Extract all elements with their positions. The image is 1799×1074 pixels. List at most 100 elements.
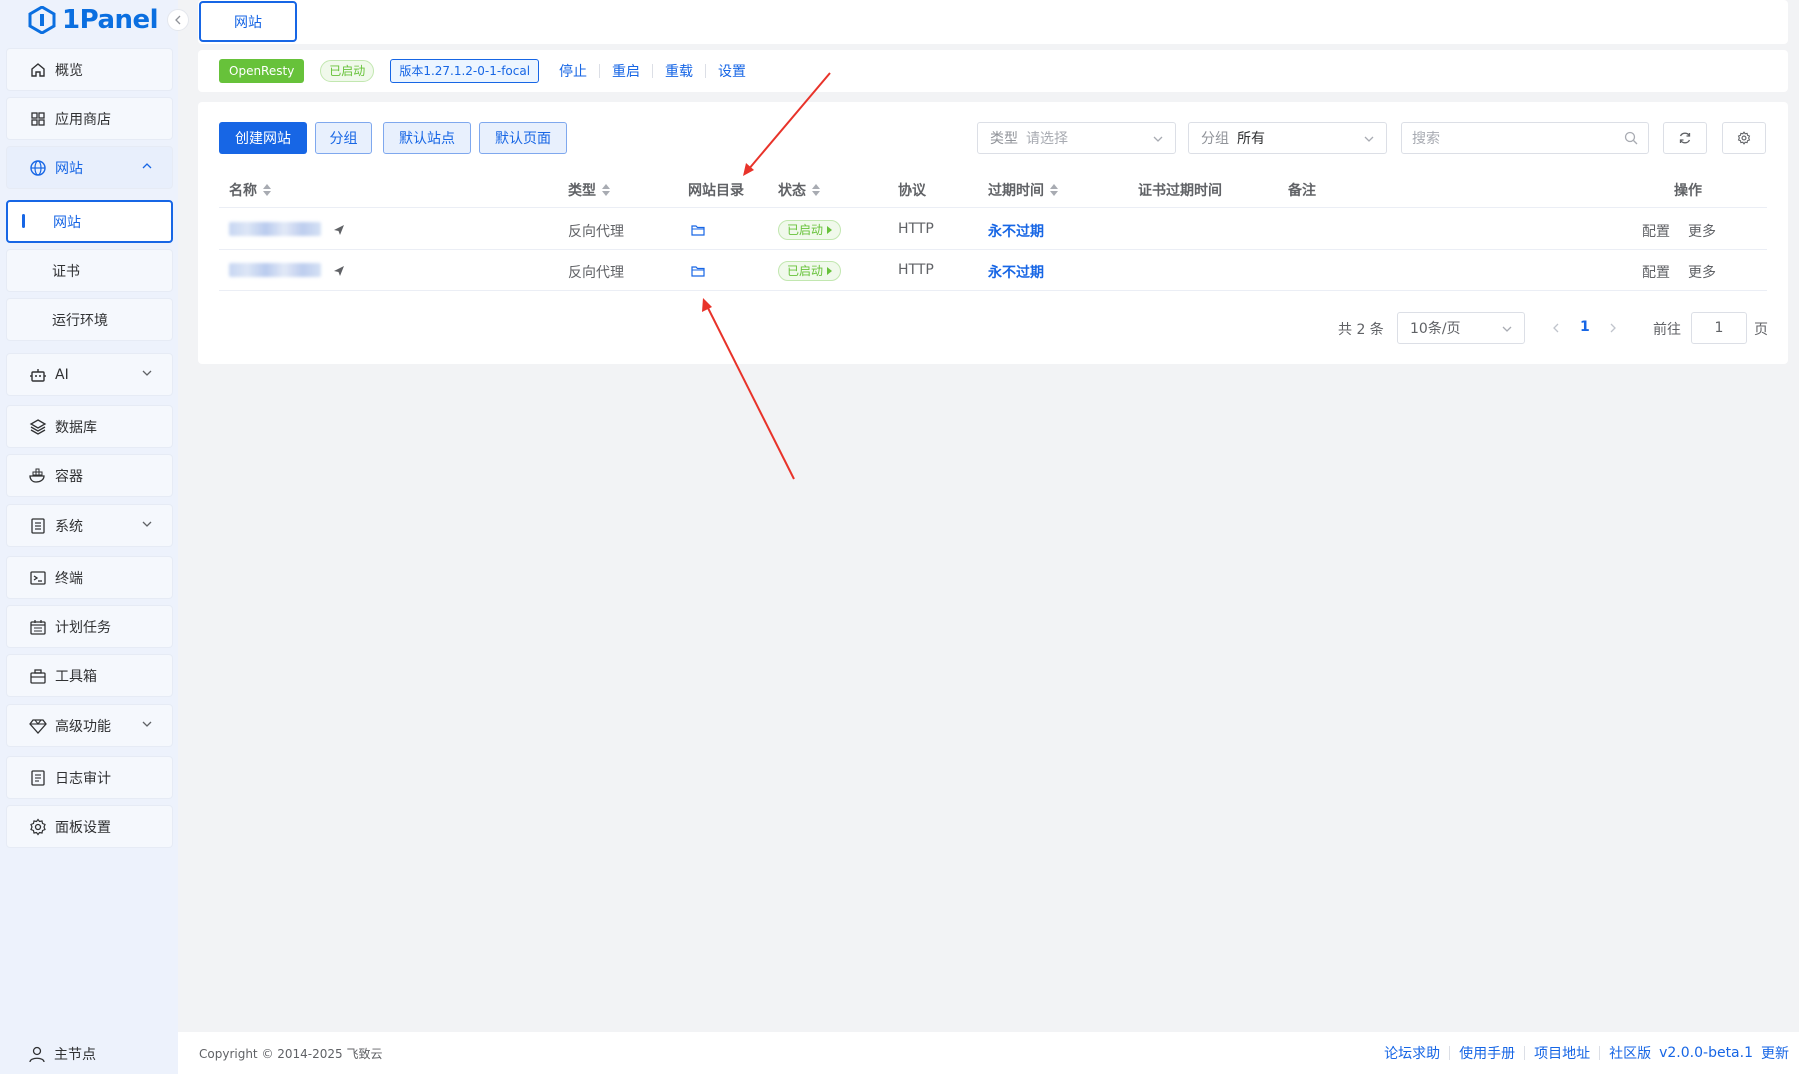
divider [652,64,654,78]
sidebar-item-label: 容器 [55,468,83,485]
sidebar-item-container[interactable]: 容器 [6,454,173,497]
version-text: v2.0.0-beta.1 [1659,1045,1753,1061]
type-filter-value: 请选择 [1026,131,1068,147]
configure-link[interactable]: 配置 [1642,262,1670,282]
sidebar-item-label: 面板设置 [55,819,111,836]
page-number-current[interactable]: 1 [1580,319,1590,335]
settings-button[interactable]: 设置 [718,61,746,81]
project-link[interactable]: 项目地址 [1534,1043,1590,1063]
website-list-card: 创建网站 分组 默认站点 默认页面 类型 请选择 分组 所有 搜索 名称 类型 … [198,102,1788,364]
sidebar-item-database[interactable]: 数据库 [6,405,173,448]
type-filter-prefix: 类型 [990,131,1018,147]
sidebar-sub-item-label: 证书 [52,263,80,280]
toolbox-icon [29,667,47,685]
more-link[interactable]: 更多 [1688,262,1716,282]
folder-icon[interactable] [691,265,705,277]
edition-link[interactable]: 社区版 [1609,1043,1651,1063]
next-page-button[interactable] [1608,323,1618,333]
default-page-button[interactable]: 默认页面 [479,122,567,154]
sidebar-item-app-store[interactable]: 应用商店 [6,97,173,140]
stop-button[interactable]: 停止 [559,61,587,81]
column-label: 备注 [1288,183,1316,199]
folder-icon[interactable] [691,224,705,236]
status-actions: 停止 重启 重载 设置 [559,61,746,81]
tab-bar: 网站 [198,0,1788,44]
column-header-expire[interactable]: 过期时间 [988,180,1058,200]
pagination-total: 共 2 条 [1338,322,1384,338]
goto-page-input[interactable]: 1 [1691,312,1747,344]
chevron-up-icon [142,163,152,169]
sidebar-item-ai[interactable]: AI [6,353,173,396]
configure-link[interactable]: 配置 [1642,221,1670,241]
sort-icon [812,184,820,196]
sidebar-item-cron[interactable]: 计划任务 [6,605,173,648]
chevron-down-icon [1364,136,1374,142]
column-header-status[interactable]: 状态 [778,180,820,200]
brand-name: 1Panel [62,5,159,35]
default-site-button[interactable]: 默认站点 [383,122,471,154]
more-link[interactable]: 更多 [1688,221,1716,241]
sidebar-item-log-audit[interactable]: 日志审计 [6,756,173,799]
play-icon [827,226,833,234]
divider [1599,1046,1601,1060]
sidebar-sub-item-label: 网站 [53,214,81,231]
sidebar-item-overview[interactable]: 概览 [6,48,173,91]
terminal-icon [29,569,47,587]
version-tag: 版本1.27.1.2-0-1-focal [390,59,540,83]
status-badge[interactable]: 已启动 [778,261,842,281]
divider [599,64,601,78]
column-header-type[interactable]: 类型 [568,180,610,200]
type-filter-select[interactable]: 类型 请选择 [977,122,1176,154]
refresh-button[interactable] [1663,122,1707,154]
sidebar-item-system[interactable]: 系统 [6,504,173,547]
website-name-redacted[interactable] [229,222,321,236]
row-protocol: HTTP [898,262,934,278]
search-input[interactable]: 搜索 [1401,122,1649,154]
tab-website[interactable]: 网站 [199,1,297,42]
website-name-redacted[interactable] [229,263,321,277]
table-header: 名称 类型 网站目录 状态 协议 过期时间 证书过期时间 备注 操作 [219,168,1767,208]
row-expire[interactable]: 永不过期 [988,262,1044,282]
page-size-select[interactable]: 10条/页 [1397,312,1525,344]
node-label: 主节点 [54,1047,96,1063]
sidebar-sub-item-certificate[interactable]: 证书 [6,249,173,292]
prev-page-button[interactable] [1551,323,1561,333]
row-type: 反向代理 [568,265,624,281]
sidebar-item-terminal[interactable]: 终端 [6,556,173,599]
calendar-icon [29,618,47,636]
sidebar-sub-item-website[interactable]: 网站 [6,200,173,243]
goto-label: 前往 [1653,322,1681,338]
docker-icon [29,467,47,485]
restart-button[interactable]: 重启 [612,61,640,81]
node-switcher[interactable]: 主节点 [28,1044,96,1064]
sidebar-item-advanced[interactable]: 高级功能 [6,704,173,747]
column-label: 名称 [229,183,257,199]
grid-icon [29,110,47,128]
layers-icon [29,418,47,436]
table-row: 反向代理 已启动 HTTP 永不过期 配置 更多 [219,209,1767,250]
sidebar-item-label: 数据库 [55,419,97,436]
create-website-button[interactable]: 创建网站 [219,122,307,154]
status-badge[interactable]: 已启动 [778,220,842,240]
column-label: 证书过期时间 [1138,183,1222,199]
status-badge: 已启动 [320,60,375,82]
manual-link[interactable]: 使用手册 [1459,1043,1515,1063]
sidebar-item-label: 计划任务 [55,619,111,636]
row-expire[interactable]: 永不过期 [988,221,1044,241]
update-link[interactable]: 更新 [1761,1043,1789,1063]
reload-button[interactable]: 重载 [665,61,693,81]
send-icon[interactable] [333,224,345,236]
group-filter-select[interactable]: 分组 所有 [1188,122,1387,154]
send-icon[interactable] [333,265,345,277]
sidebar-item-panel-settings[interactable]: 面板设置 [6,805,173,848]
sidebar-sub-item-label: 运行环境 [52,312,108,329]
sidebar-item-website[interactable]: 网站 [6,146,173,189]
search-icon [1624,131,1638,145]
group-button[interactable]: 分组 [315,122,372,154]
collapse-sidebar-button[interactable] [167,9,189,31]
table-settings-button[interactable] [1722,122,1766,154]
forum-link[interactable]: 论坛求助 [1384,1043,1440,1063]
sidebar-sub-item-runtime[interactable]: 运行环境 [6,298,173,341]
sidebar-item-toolbox[interactable]: 工具箱 [6,654,173,697]
column-header-name[interactable]: 名称 [229,180,271,200]
